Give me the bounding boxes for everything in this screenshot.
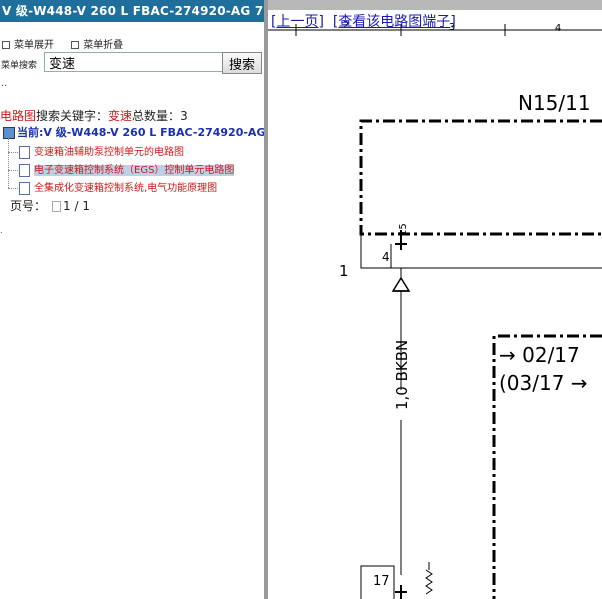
page-selector-icon[interactable] <box>52 201 62 212</box>
component-box <box>359 119 602 236</box>
search-input[interactable] <box>44 52 240 72</box>
menu-pane: V 级-W448-V 260 L FBAC-274920-AG 722994 菜… <box>0 0 264 599</box>
search-summary: 电路图搜索关键字：变速总数量：3 <box>0 109 188 123</box>
pager: 页号： 1 / 1 <box>10 199 90 213</box>
search-row: 菜单搜索 搜索 <box>0 52 264 74</box>
line-number: 1 <box>339 262 349 280</box>
component-label: N15/11 <box>518 91 591 115</box>
document-icon <box>19 163 30 177</box>
wiring-diagram: 2 3 4 N15/11 15 4 1 1,0 BKBN → 02/17 (03… <box>268 20 602 599</box>
current-vehicle-node[interactable]: 当前:V 级-W448-V 260 L FBAC-274920-AG <box>3 124 264 140</box>
result-item[interactable]: 电子变速箱控制系统（EGS）控制单元电路图 <box>8 161 235 177</box>
view-terminals-link[interactable]: 查看该电路图端子 <box>338 14 450 30</box>
collapse-icon <box>71 41 80 49</box>
diagram-pane: 2 3 4 N15/11 15 4 1 1,0 BKBN → 02/17 (03… <box>268 0 602 599</box>
reference-2: (03/17 → <box>499 371 588 395</box>
pin-number: 15 <box>398 223 409 236</box>
ellipsis-text: .. <box>1 78 8 89</box>
vehicle-title: V 级-W448-V 260 L FBAC-274920-AG 722994 <box>0 0 264 22</box>
top-strip <box>268 0 602 10</box>
document-icon <box>19 181 30 195</box>
signal-arrow <box>391 276 411 292</box>
expand-icon <box>2 41 10 49</box>
nav-links: [上一页] [查看该电路图端子] <box>271 14 456 30</box>
connector-box <box>360 234 602 269</box>
document-icon <box>19 145 30 159</box>
search-label: 菜单搜索 <box>1 61 38 71</box>
result-item[interactable]: 全集成化变速箱控制系统,电气功能原理图 <box>8 179 217 195</box>
resistor-symbol <box>425 569 433 595</box>
stray-link[interactable]: . <box>0 226 3 235</box>
search-button[interactable]: 搜索 <box>222 52 262 74</box>
expand-all-button[interactable]: 菜单展开 <box>2 40 54 51</box>
wire-label: 1,0 BKBN <box>393 340 411 410</box>
tree-controls: 菜单展开 菜单折叠 <box>2 36 137 51</box>
collapse-all-button[interactable]: 菜单折叠 <box>71 40 123 51</box>
prev-page-link[interactable]: 上一页 <box>276 14 318 30</box>
pin-box-number: 17 <box>373 574 390 589</box>
ruler-number: 4 <box>555 23 561 34</box>
pin-box-number: 4 <box>382 250 390 264</box>
reference-1: → 02/17 <box>499 343 580 367</box>
result-item[interactable]: 变速箱油辅助泵控制单元的电路图 <box>8 143 184 159</box>
